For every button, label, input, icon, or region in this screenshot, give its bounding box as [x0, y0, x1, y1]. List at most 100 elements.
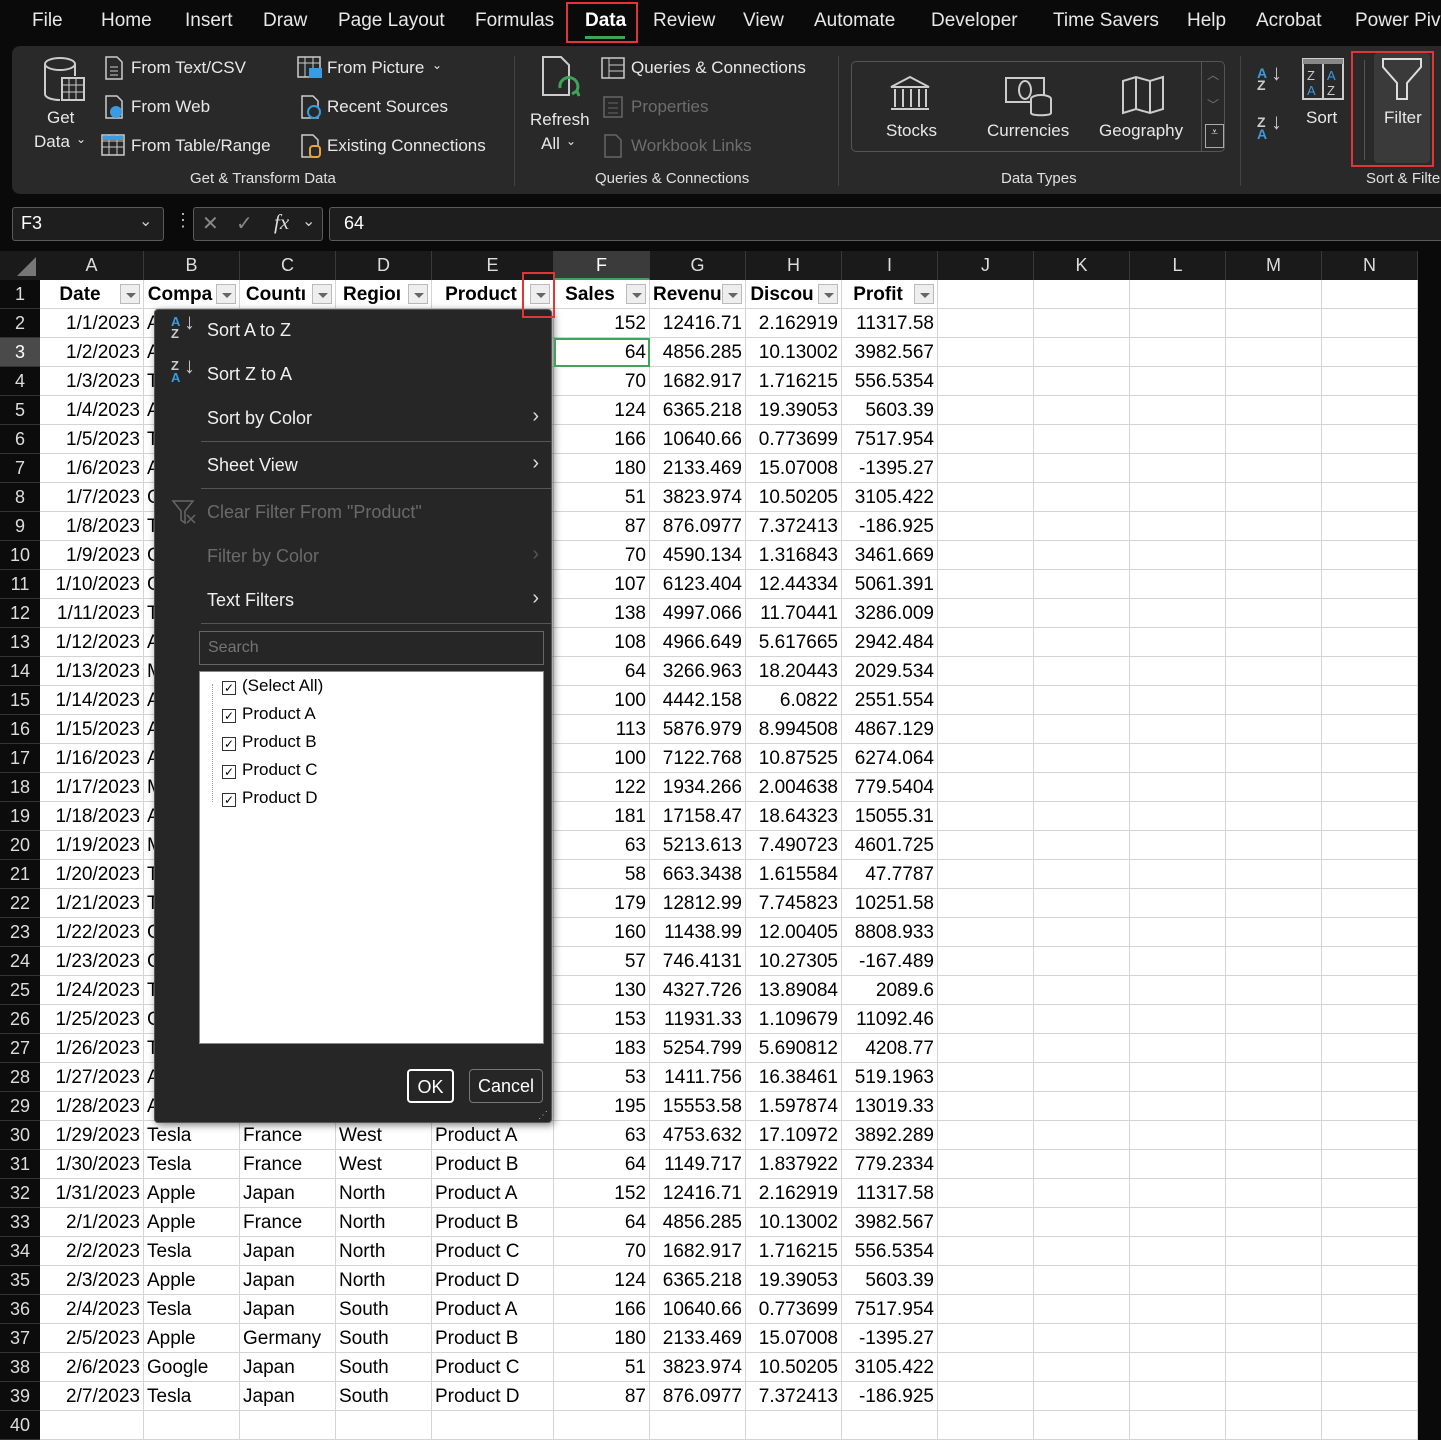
cell[interactable] [1130, 1034, 1226, 1063]
cell[interactable] [938, 1295, 1034, 1324]
cell[interactable] [1322, 425, 1418, 454]
table-cell[interactable]: 6123.404 [650, 570, 746, 599]
table-cell[interactable]: -1395.27 [842, 1324, 938, 1353]
table-cell[interactable]: 2942.484 [842, 628, 938, 657]
cell[interactable] [1130, 454, 1226, 483]
row-header[interactable]: 20 [0, 831, 40, 860]
checkbox-product-b[interactable]: ✓ Product B [222, 732, 317, 752]
table-cell[interactable]: 3461.669 [842, 541, 938, 570]
table-cell[interactable]: 15055.31 [842, 802, 938, 831]
menu-filter-by-color[interactable]: Filter by Color [207, 546, 319, 567]
cell[interactable] [1034, 860, 1130, 889]
row-header[interactable]: 32 [0, 1179, 40, 1208]
cell[interactable] [1226, 338, 1322, 367]
cell[interactable] [1130, 1150, 1226, 1179]
table-cell[interactable]: 1/22/2023 [40, 918, 144, 947]
menu-sort-a-to-z[interactable]: Sort A to Z [207, 320, 291, 341]
cell[interactable] [1322, 628, 1418, 657]
table-cell[interactable]: 181 [554, 802, 650, 831]
table-cell[interactable]: 5213.613 [650, 831, 746, 860]
cell[interactable] [1226, 367, 1322, 396]
column-header-n[interactable]: N [1322, 251, 1418, 280]
cell[interactable] [1322, 1121, 1418, 1150]
cell[interactable] [1226, 309, 1322, 338]
cell[interactable] [1322, 1266, 1418, 1295]
cell[interactable] [1130, 1179, 1226, 1208]
table-cell[interactable]: 8.994508 [746, 715, 842, 744]
table-cell[interactable]: 12416.71 [650, 1179, 746, 1208]
row-header[interactable]: 13 [0, 628, 40, 657]
cell[interactable] [1322, 1411, 1418, 1440]
table-cell[interactable]: 70 [554, 541, 650, 570]
tab-time-savers[interactable]: Time Savers [1053, 10, 1159, 32]
table-cell[interactable]: 2/4/2023 [40, 1295, 144, 1324]
cell[interactable] [1322, 483, 1418, 512]
cell[interactable] [938, 1179, 1034, 1208]
cell[interactable] [1130, 686, 1226, 715]
cell[interactable] [938, 280, 1034, 309]
cell[interactable] [1226, 860, 1322, 889]
row-header[interactable]: 9 [0, 512, 40, 541]
table-cell[interactable]: 1.316843 [746, 541, 842, 570]
cell[interactable] [1034, 1353, 1130, 1382]
table-cell[interactable]: Product A [432, 1121, 554, 1150]
header-cell[interactable]: Sales [554, 280, 650, 309]
filter-dropdown-button[interactable] [626, 284, 646, 304]
cell[interactable] [1130, 889, 1226, 918]
table-cell[interactable]: 10640.66 [650, 425, 746, 454]
sort-z-to-a-button[interactable]: Z A ↓ [1257, 111, 1282, 142]
table-cell[interactable]: 6.0822 [746, 686, 842, 715]
table-cell[interactable]: -167.489 [842, 947, 938, 976]
cell[interactable] [1034, 1237, 1130, 1266]
cell[interactable] [938, 570, 1034, 599]
cell[interactable] [1034, 338, 1130, 367]
cell[interactable] [938, 483, 1034, 512]
table-cell[interactable]: Apple [144, 1208, 240, 1237]
row-header[interactable]: 18 [0, 773, 40, 802]
column-header-f[interactable]: F [554, 251, 650, 280]
cell[interactable] [1226, 1150, 1322, 1179]
table-cell[interactable]: 12416.71 [650, 309, 746, 338]
cell[interactable] [1226, 1208, 1322, 1237]
cell[interactable] [1226, 1034, 1322, 1063]
cell[interactable] [1034, 628, 1130, 657]
formula-input[interactable]: 64 [329, 207, 1441, 241]
cell[interactable] [1322, 1237, 1418, 1266]
table-cell[interactable]: 3823.974 [650, 483, 746, 512]
table-cell[interactable]: 1.716215 [746, 1237, 842, 1266]
cell[interactable] [746, 1411, 842, 1440]
table-cell[interactable]: 5061.391 [842, 570, 938, 599]
row-header[interactable]: 34 [0, 1237, 40, 1266]
from-picture-button[interactable]: From Picture [327, 58, 424, 78]
cell[interactable] [1226, 599, 1322, 628]
table-cell[interactable]: 19.39053 [746, 396, 842, 425]
table-cell[interactable]: 779.2334 [842, 1150, 938, 1179]
cell[interactable] [1130, 715, 1226, 744]
gallery-more-icon[interactable]: ⩡ [1205, 124, 1224, 148]
cell[interactable] [1130, 802, 1226, 831]
table-cell[interactable]: Tesla [144, 1121, 240, 1150]
table-cell[interactable]: 63 [554, 1121, 650, 1150]
header-cell[interactable]: Discou [746, 280, 842, 309]
cell[interactable] [1226, 570, 1322, 599]
table-cell[interactable]: 1/9/2023 [40, 541, 144, 570]
table-cell[interactable]: 4856.285 [650, 338, 746, 367]
cell[interactable] [1034, 715, 1130, 744]
filter-dropdown-button[interactable] [120, 284, 140, 304]
table-cell[interactable]: Japan [240, 1382, 336, 1411]
cell[interactable] [1130, 512, 1226, 541]
table-cell[interactable]: 15.07008 [746, 1324, 842, 1353]
table-cell[interactable]: 58 [554, 860, 650, 889]
cell[interactable] [1226, 1324, 1322, 1353]
filter-dropdown-button[interactable] [312, 284, 332, 304]
cell[interactable] [1034, 1121, 1130, 1150]
table-cell[interactable]: 1/2/2023 [40, 338, 144, 367]
tab-developer[interactable]: Developer [931, 10, 1018, 32]
row-header[interactable]: 36 [0, 1295, 40, 1324]
table-cell[interactable]: 1682.917 [650, 1237, 746, 1266]
cell[interactable] [938, 628, 1034, 657]
tab-formulas[interactable]: Formulas [475, 10, 554, 32]
table-cell[interactable]: 1/27/2023 [40, 1063, 144, 1092]
checkbox-product-c[interactable]: ✓ Product C [222, 760, 318, 780]
from-text-csv-button[interactable]: From Text/CSV [131, 58, 246, 78]
